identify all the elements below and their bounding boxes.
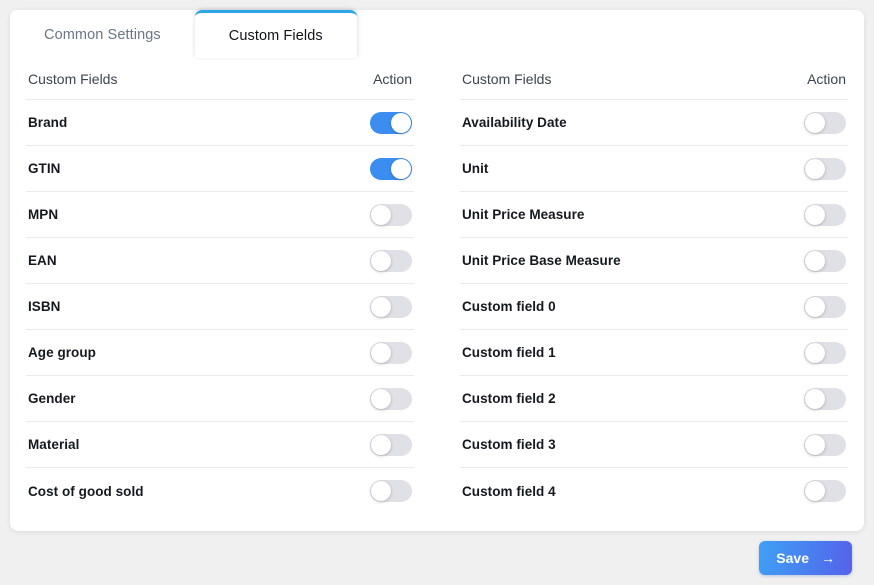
field-label: Cost of good sold: [28, 484, 144, 499]
field-label: Custom field 1: [462, 345, 556, 360]
arrow-right-icon: →: [821, 551, 835, 565]
table-row: Unit: [460, 146, 848, 192]
toggle-knob-icon: [805, 251, 825, 271]
field-toggle-brand[interactable]: [370, 112, 412, 134]
column-header-title: Custom Fields: [28, 71, 117, 87]
table-row: EAN: [26, 238, 414, 284]
toggle-knob-icon: [805, 205, 825, 225]
table-row: Custom field 3: [460, 422, 848, 468]
field-label: Material: [28, 437, 79, 452]
field-toggle-gender[interactable]: [370, 388, 412, 410]
field-label: Custom field 0: [462, 299, 556, 314]
field-label: Gender: [28, 391, 76, 406]
custom-fields-column-right: Custom Fields Action Availability Date U…: [432, 58, 848, 531]
tab-bar: Common Settings Custom Fields: [10, 10, 357, 58]
field-toggle-custom-field-4[interactable]: [804, 480, 846, 502]
field-toggle-cost-of-good-sold[interactable]: [370, 480, 412, 502]
field-toggle-mpn[interactable]: [370, 204, 412, 226]
toggle-knob-icon: [371, 205, 391, 225]
toggle-knob-icon: [371, 297, 391, 317]
field-toggle-age-group[interactable]: [370, 342, 412, 364]
column-header-left: Custom Fields Action: [26, 58, 414, 100]
table-row: GTIN: [26, 146, 414, 192]
toggle-knob-icon: [805, 343, 825, 363]
save-button-label: Save: [776, 550, 809, 566]
field-toggle-availability-date[interactable]: [804, 112, 846, 134]
field-label: Custom field 3: [462, 437, 556, 452]
field-toggle-custom-field-3[interactable]: [804, 434, 846, 456]
field-toggle-unit-price-base-measure[interactable]: [804, 250, 846, 272]
toggle-knob-icon: [805, 113, 825, 133]
column-header-title: Custom Fields: [462, 71, 551, 87]
table-row: Unit Price Base Measure: [460, 238, 848, 284]
column-header-action: Action: [807, 71, 846, 87]
toggle-knob-icon: [391, 159, 411, 179]
field-label: Unit: [462, 161, 488, 176]
toggle-knob-icon: [391, 113, 411, 133]
field-label: Custom field 2: [462, 391, 556, 406]
field-toggle-ean[interactable]: [370, 250, 412, 272]
field-list-left: Brand GTIN MPN EAN: [26, 100, 414, 514]
custom-fields-column-left: Custom Fields Action Brand GTIN MPN: [26, 58, 432, 531]
field-label: Age group: [28, 345, 96, 360]
toggle-knob-icon: [371, 389, 391, 409]
table-row: Cost of good sold: [26, 468, 414, 514]
table-row: ISBN: [26, 284, 414, 330]
field-label: MPN: [28, 207, 58, 222]
toggle-knob-icon: [805, 159, 825, 179]
field-label: Availability Date: [462, 115, 567, 130]
toggle-knob-icon: [805, 481, 825, 501]
column-header-action: Action: [373, 71, 412, 87]
column-header-right: Custom Fields Action: [460, 58, 848, 100]
toggle-knob-icon: [371, 343, 391, 363]
tab-label: Common Settings: [44, 27, 161, 43]
field-toggle-unit-price-measure[interactable]: [804, 204, 846, 226]
table-row: Brand: [26, 100, 414, 146]
footer-bar: Save →: [0, 531, 874, 585]
table-row: Custom field 4: [460, 468, 848, 514]
field-label: GTIN: [28, 161, 60, 176]
field-label: Unit Price Base Measure: [462, 253, 621, 268]
card-body: Custom Fields Action Brand GTIN MPN: [10, 58, 864, 531]
save-button[interactable]: Save →: [759, 541, 852, 575]
table-row: Material: [26, 422, 414, 468]
table-row: Gender: [26, 376, 414, 422]
field-label: EAN: [28, 253, 57, 268]
table-row: MPN: [26, 192, 414, 238]
table-row: Unit Price Measure: [460, 192, 848, 238]
field-label: Custom field 4: [462, 484, 556, 499]
field-toggle-custom-field-2[interactable]: [804, 388, 846, 410]
custom-fields-card: Custom Fields Action Brand GTIN MPN: [10, 10, 864, 531]
field-label: Unit Price Measure: [462, 207, 584, 222]
tab-common-settings[interactable]: Common Settings: [10, 10, 195, 58]
field-toggle-gtin[interactable]: [370, 158, 412, 180]
toggle-knob-icon: [805, 297, 825, 317]
field-list-right: Availability Date Unit Unit Price Measur…: [460, 100, 848, 514]
settings-page: Custom Fields Action Brand GTIN MPN: [0, 0, 874, 585]
tab-custom-fields[interactable]: Custom Fields: [195, 10, 357, 58]
toggle-knob-icon: [371, 435, 391, 455]
toggle-knob-icon: [805, 389, 825, 409]
field-toggle-material[interactable]: [370, 434, 412, 456]
table-row: Custom field 0: [460, 284, 848, 330]
table-row: Age group: [26, 330, 414, 376]
table-row: Availability Date: [460, 100, 848, 146]
toggle-knob-icon: [371, 251, 391, 271]
tab-label: Custom Fields: [229, 28, 323, 44]
table-row: Custom field 2: [460, 376, 848, 422]
field-toggle-unit[interactable]: [804, 158, 846, 180]
field-toggle-isbn[interactable]: [370, 296, 412, 318]
toggle-knob-icon: [371, 481, 391, 501]
field-label: Brand: [28, 115, 67, 130]
field-label: ISBN: [28, 299, 60, 314]
table-row: Custom field 1: [460, 330, 848, 376]
field-toggle-custom-field-1[interactable]: [804, 342, 846, 364]
toggle-knob-icon: [805, 435, 825, 455]
field-toggle-custom-field-0[interactable]: [804, 296, 846, 318]
